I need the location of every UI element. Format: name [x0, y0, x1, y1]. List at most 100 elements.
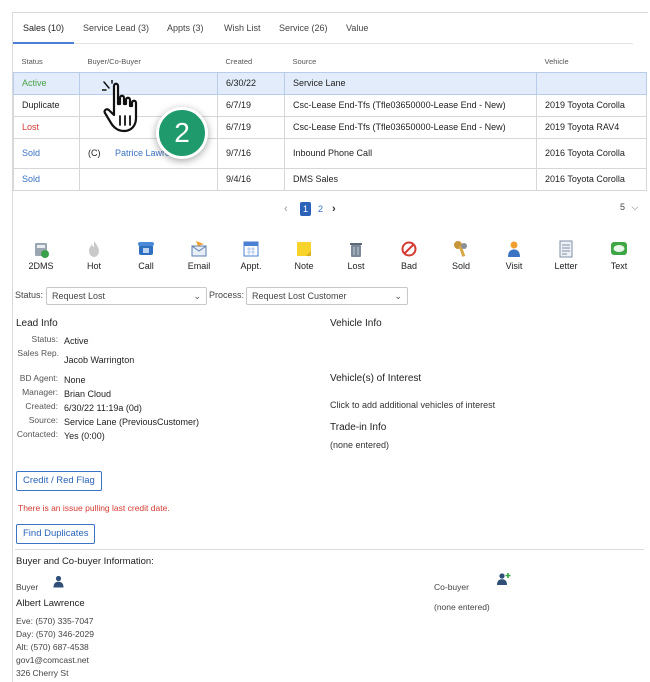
action-call[interactable]: Call	[121, 240, 171, 271]
dms-icon	[35, 243, 49, 258]
keys-icon	[454, 241, 467, 257]
row-created: 6/30/22	[217, 71, 285, 95]
next-page-icon[interactable]: ›	[332, 202, 336, 216]
action-label: Sold	[451, 261, 470, 271]
row-created: 9/7/16	[217, 137, 285, 169]
action-label: Lost	[347, 261, 365, 271]
action-label: Note	[294, 261, 314, 271]
status-select-value: Request Lost	[52, 291, 106, 301]
step-number-badge: 2	[156, 107, 208, 159]
process-select[interactable]: Request Lost Customer ⌄	[246, 287, 408, 305]
field-label: Source:	[28, 415, 58, 425]
action-label: Letter	[554, 261, 578, 271]
page-2-button[interactable]: 2	[315, 202, 326, 216]
row-status: Active	[13, 71, 80, 95]
find-duplicates-button[interactable]: Find Duplicates	[16, 524, 96, 544]
per-page-value: 5	[620, 202, 626, 212]
chevron-down-icon: ⌄	[193, 291, 201, 301]
row-created: 6/7/19	[217, 93, 285, 117]
field-label: Contacted:	[16, 429, 58, 439]
chevron-down-icon: ⌵	[631, 202, 639, 212]
field-value: Brian Cloud	[64, 389, 112, 399]
action-bad[interactable]: Bad	[384, 240, 434, 271]
tab-value[interactable]: Value	[336, 14, 378, 44]
action-email[interactable]: Email	[174, 240, 224, 271]
field-value: 6/30/22 11:19a (0d)	[64, 403, 142, 413]
action-appt[interactable]: Appt.	[226, 240, 276, 271]
row-source: DMS Sales	[284, 167, 537, 191]
add-cobuyer-icon[interactable]	[496, 572, 511, 586]
flame-icon	[89, 241, 99, 257]
calendar-icon	[243, 241, 259, 257]
prev-page-icon[interactable]: ‹	[284, 202, 288, 216]
field-value: None	[64, 375, 86, 385]
buyer-section-title: Buyer and Co-buyer Information:	[16, 556, 154, 567]
field-value: Yes (0:00)	[64, 431, 105, 441]
prohibited-icon	[401, 241, 417, 257]
row-status: Duplicate	[13, 93, 80, 117]
trade-in-value: (none entered)	[330, 440, 390, 450]
col-header-buyer[interactable]: Buyer/Co-Buyer	[80, 52, 218, 72]
row-vehicle: 2019 Toyota RAV4	[536, 115, 647, 139]
status-select[interactable]: Request Lost ⌄	[46, 287, 207, 305]
tab-service-lead[interactable]: Service Lead (3)	[73, 14, 159, 44]
phone-icon	[138, 242, 154, 255]
action-hot[interactable]: Hot	[69, 240, 119, 271]
row-source: Inbound Phone Call	[284, 137, 537, 169]
buyer-name: Albert Lawrence	[16, 598, 85, 609]
action-label: Call	[138, 261, 154, 271]
action-label: Bad	[400, 261, 417, 271]
process-label: Process:	[209, 290, 245, 300]
action-lost[interactable]: Lost	[331, 240, 381, 271]
add-vehicle-of-interest-link[interactable]: Click to add additional vehicles of inte…	[330, 400, 495, 410]
action-sold[interactable]: Sold	[436, 240, 486, 271]
action-letter[interactable]: Letter	[541, 240, 591, 271]
action-label: Text	[610, 261, 628, 271]
credit-warning: There is an issue pulling last credit da…	[18, 503, 170, 513]
per-page-select[interactable]: 5 ⌵	[620, 202, 638, 213]
col-header-source[interactable]: Source	[285, 52, 537, 72]
col-header-vehicle[interactable]: Vehicle	[537, 52, 647, 72]
hand-pointer-icon	[102, 80, 138, 133]
credit-red-flag-button[interactable]: Credit / Red Flag	[16, 471, 102, 491]
tab-service[interactable]: Service (26)	[269, 14, 338, 44]
action-note[interactable]: Note	[279, 240, 329, 271]
col-header-status[interactable]: Status	[14, 52, 80, 72]
row-created: 6/7/19	[217, 115, 285, 139]
action-2dms[interactable]: 2DMS	[16, 240, 66, 271]
buyer-email: gov1@comcast.net	[16, 655, 89, 665]
buyer-person-icon[interactable]	[52, 575, 65, 588]
vehicle-info-title: Vehicle Info	[330, 318, 382, 329]
tab-wish-list[interactable]: Wish List	[214, 14, 271, 44]
row-buyer	[79, 167, 218, 191]
table-row[interactable]: Sold (C) Patrice Lawre 9/7/16 Inbound Ph…	[13, 137, 647, 169]
person-icon	[508, 241, 520, 257]
lead-info-title: Lead Info	[16, 318, 58, 329]
cobuyer-label: Co-buyer	[434, 582, 469, 592]
buyer-phone-eve: Eve: (570) 335-7047	[16, 616, 94, 626]
field-label: Sales Rep.	[17, 348, 59, 358]
process-select-value: Request Lost Customer	[252, 291, 347, 301]
buyer-address: 326 Cherry St	[16, 668, 69, 678]
trade-in-title: Trade-in Info	[330, 422, 387, 433]
row-status: Sold	[13, 137, 80, 169]
email-icon	[191, 241, 207, 257]
tab-sales[interactable]: Sales (10)	[13, 14, 75, 44]
action-label: Visit	[505, 261, 523, 271]
tab-appts[interactable]: Appts (3)	[157, 14, 214, 44]
chat-icon	[611, 242, 627, 255]
action-text[interactable]: Text	[594, 240, 644, 271]
buyer-label: Buyer	[16, 582, 39, 592]
row-created: 9/4/16	[217, 167, 285, 191]
page-1-button[interactable]: 1	[300, 202, 311, 216]
action-visit[interactable]: Visit	[489, 240, 539, 271]
field-label: Status:	[31, 334, 58, 344]
row-source: Csc-Lease End-Tfs (Tfle03650000-Lease En…	[284, 93, 537, 117]
vehicles-of-interest-title: Vehicle(s) of Interest	[330, 373, 422, 384]
row-status: Lost	[13, 115, 80, 139]
cobuyer-prefix: (C)	[88, 148, 101, 158]
buyer-phone-alt: Alt: (570) 687-4538	[16, 642, 89, 652]
col-header-created[interactable]: Created	[218, 52, 285, 72]
row-source: Csc-Lease End-Tfs (Tfle03650000-Lease En…	[284, 115, 537, 139]
table-row[interactable]: Sold 9/4/16 DMS Sales 2016 Toyota Coroll…	[13, 167, 647, 191]
